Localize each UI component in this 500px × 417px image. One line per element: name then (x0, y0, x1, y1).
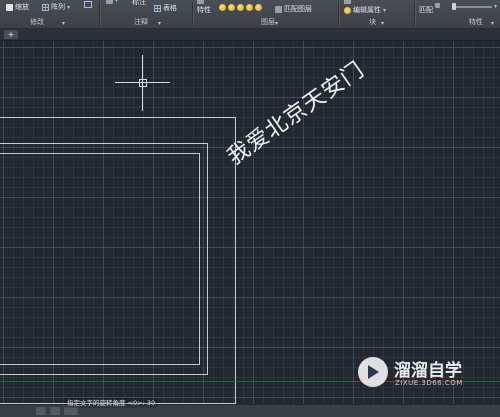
chevron-down-icon: ▾ (115, 0, 119, 4)
layer-tools[interactable] (219, 4, 262, 11)
properties-panel: 匹配 ▾ 特性 ▾ (417, 0, 500, 28)
divider (414, 2, 415, 26)
edit-attribute-button[interactable]: 编辑属性 ▾ (344, 5, 386, 15)
table-button[interactable]: 表格 (154, 3, 177, 13)
table-icon (154, 4, 161, 12)
panel-expand-icon[interactable]: ▾ (491, 20, 494, 27)
panel-expand-icon[interactable]: ▾ (275, 20, 278, 27)
divider (99, 2, 100, 26)
match-layer-button[interactable]: 匹配图层 (275, 4, 312, 14)
scale-icon (6, 3, 13, 11)
divider (338, 2, 339, 26)
layer-isolate-icon (228, 4, 235, 11)
properties-panel-title[interactable]: 特性 (469, 17, 483, 27)
annotation-panel: ▾ 标注 表格 注释 ▾ (102, 0, 190, 28)
drawing-canvas[interactable]: 我爱北京天安门 溜溜自学 ZIXUE.3D66.COM (0, 41, 500, 404)
new-tab-button[interactable]: + (4, 30, 18, 39)
array-button[interactable]: 阵列 ▾ (42, 2, 70, 12)
layer-properties-button[interactable]: 特性 (197, 5, 211, 15)
layer-icon (197, 0, 204, 4)
model-tab[interactable] (36, 407, 46, 415)
match-properties-button[interactable]: 匹配 (419, 5, 433, 15)
insert-button[interactable] (344, 0, 351, 4)
inner-rectangle[interactable] (0, 153, 200, 365)
edit-attribute-icon (344, 6, 351, 14)
crosshair-cursor (115, 55, 170, 111)
array-icon (42, 3, 49, 11)
layout-tab[interactable] (50, 407, 60, 415)
transparency-slider[interactable] (452, 6, 492, 8)
watermark-logo: 溜溜自学 ZIXUE.3D66.COM (350, 349, 470, 395)
scale-button[interactable]: 缩放 (6, 2, 29, 12)
insert-icon (344, 0, 351, 4)
layout-tab[interactable] (64, 407, 78, 415)
annotation-panel-title[interactable]: 注释 (134, 17, 148, 27)
modify-panel: 缩放 阵列 ▾ 修改 ▾ (0, 0, 98, 28)
layer-make-current-icon (255, 4, 262, 11)
chevron-down-icon[interactable]: ▾ (494, 3, 497, 10)
transparency-slider-knob[interactable] (452, 3, 456, 10)
modify-panel-title[interactable]: 修改 (30, 17, 44, 27)
ribbon: 缩放 阵列 ▾ 修改 ▾ ▾ 标注 表格 注释 ▾ 特性 匹配图层 图层 ▾ 编… (0, 0, 500, 29)
match-layer-icon (275, 5, 282, 13)
panel-expand-icon[interactable]: ▾ (381, 20, 384, 27)
panel-expand-icon[interactable]: ▾ (62, 20, 65, 27)
chevron-down-icon: ▾ (383, 6, 387, 14)
lineweight-dropdown[interactable] (435, 3, 440, 8)
panel-expand-icon[interactable]: ▾ (158, 20, 161, 27)
block-panel: 编辑属性 ▾ 块 ▾ (341, 0, 413, 28)
layer-freeze-icon (237, 4, 244, 11)
chevron-down-icon: ▾ (67, 3, 71, 11)
text-icon (106, 0, 113, 4)
align-icon (84, 1, 92, 8)
layer-off-icon (219, 4, 226, 11)
layer-properties-top[interactable] (197, 0, 204, 4)
lineweight-icon (435, 3, 440, 8)
play-icon (368, 365, 379, 379)
dimension-button[interactable]: 标注 (132, 0, 146, 7)
layers-panel: 特性 匹配图层 图层 ▾ (195, 0, 337, 28)
file-tab-bar: + (0, 29, 500, 41)
layers-panel-title[interactable]: 图层 (261, 17, 275, 27)
block-panel-title[interactable]: 块 (369, 17, 376, 27)
text-button[interactable]: ▾ (106, 0, 118, 4)
align-button[interactable] (84, 1, 92, 8)
command-prompt[interactable]: 指定文字的旋转角度 <0>: 30 (65, 398, 158, 408)
rotated-text[interactable]: 我爱北京天安门 (220, 52, 370, 171)
layer-lock-icon (246, 4, 253, 11)
divider (192, 2, 193, 26)
